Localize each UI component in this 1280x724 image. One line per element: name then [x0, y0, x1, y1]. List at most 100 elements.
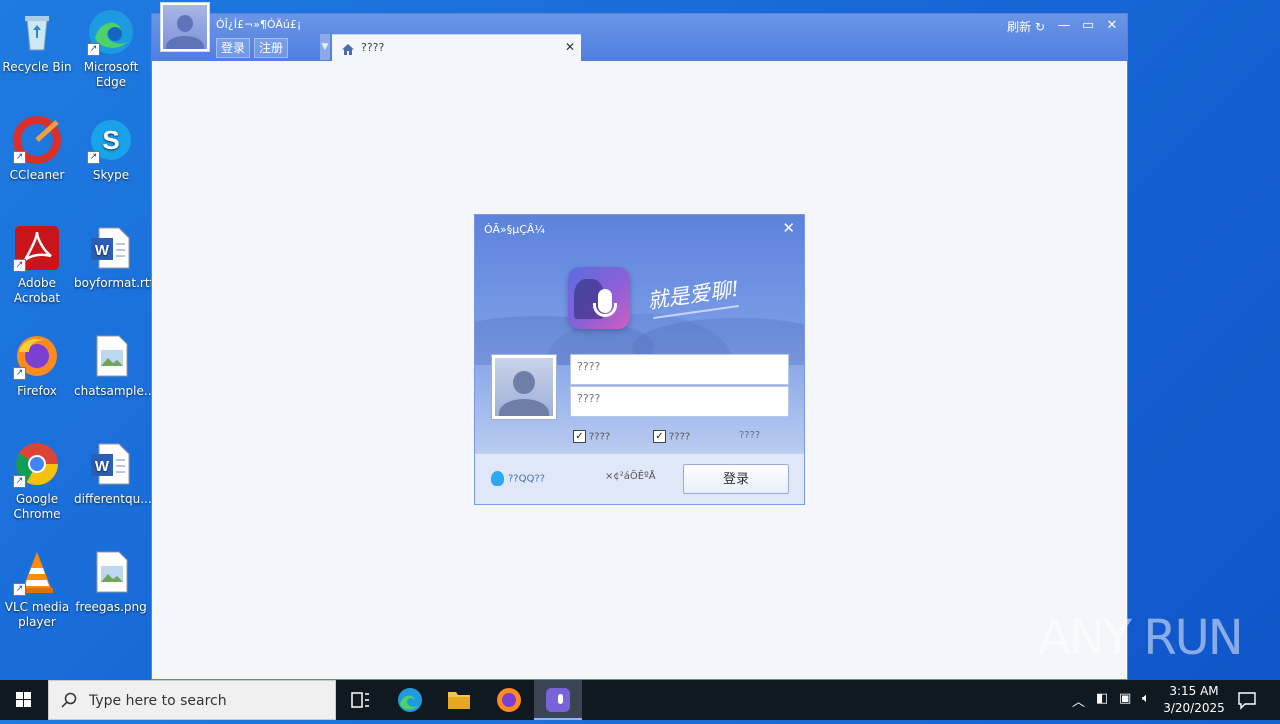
- task-view-button[interactable]: [336, 680, 384, 720]
- home-icon: [341, 41, 355, 55]
- folder-icon: [448, 692, 470, 709]
- username-field[interactable]: [570, 354, 789, 386]
- tab-close-icon[interactable]: ✕: [565, 40, 575, 54]
- qq-login-label: ??QQ??: [508, 473, 545, 485]
- desktop-icon-label: boyformat.rtf: [74, 276, 154, 290]
- notification-center-icon[interactable]: [1236, 689, 1258, 711]
- desktop-icon-label: VLC media player: [4, 600, 70, 629]
- watermark: ANY RUN: [1038, 610, 1244, 666]
- task-view-icon: [351, 692, 369, 708]
- desktop-icon-label: CCleaner: [9, 168, 65, 182]
- checkbox-checked-icon: ✓: [573, 430, 586, 443]
- clock-date: 3/20/2025: [1163, 701, 1225, 715]
- checkbox-checked-icon: ✓: [653, 430, 666, 443]
- default-avatar-icon: [163, 5, 207, 49]
- login-avatar: [491, 354, 557, 420]
- desktop-icon-skype[interactable]: S ↗ Skype: [74, 116, 148, 183]
- remember-label: ????: [589, 431, 611, 443]
- desktop-icon-boyformat[interactable]: W boyformat.rtf: [74, 224, 154, 291]
- desktop-icon-vlc[interactable]: ↗ VLC media player: [0, 548, 74, 630]
- login-dialog: ÓÃ»§µÇÂ¼ ✕ 就是爱聊! ✓???? ✓???? ???? ??QQ??…: [474, 214, 805, 505]
- svg-text:S: S: [102, 125, 119, 155]
- svg-text:W: W: [95, 458, 110, 475]
- taskbar-chat-app[interactable]: [534, 680, 582, 720]
- image-file-icon: [87, 332, 135, 380]
- taskbar-file-explorer[interactable]: [435, 680, 483, 720]
- taskbar-edge[interactable]: [386, 680, 434, 720]
- dialog-footer: ??QQ?? ×¢²áÕÊºÅ 登录: [475, 453, 804, 504]
- qq-penguin-icon: [491, 471, 504, 486]
- vlc-icon: ↗: [13, 548, 61, 596]
- window-title: ÓÎ¿Í£¬»¶Ó­Äú£¡: [216, 18, 302, 31]
- dialog-login-button[interactable]: 登录: [683, 464, 789, 494]
- desktop-icon-recycle-bin[interactable]: Recycle Bin: [0, 8, 74, 75]
- firefox-icon: ↗: [13, 332, 61, 380]
- desktop-icon-firefox[interactable]: ↗ Firefox: [0, 332, 74, 399]
- password-field[interactable]: [570, 386, 789, 418]
- search-icon: [61, 692, 77, 708]
- start-button[interactable]: [0, 680, 48, 720]
- desktop-icon-differentqu[interactable]: W differentqu...: [74, 440, 152, 507]
- tab-home[interactable]: ???? ✕: [332, 34, 581, 61]
- taskbar-search-box[interactable]: Type here to search: [48, 680, 336, 720]
- clock-time: 3:15 AM: [1169, 684, 1219, 698]
- word-document-icon: W: [87, 224, 135, 272]
- desktop-icon-chrome[interactable]: ↗ Google Chrome: [0, 440, 74, 522]
- taskbar: Type here to search ︿ ◧ ▣ 🔈︎ 3:15 AM 3/2…: [0, 680, 1280, 720]
- title-bar[interactable]: ÓÎ¿Í£¬»¶Ó­Äú£¡ 登录 注册 ▼ ???? ✕ 刷新 ↻ — ▭ ✕: [152, 2, 1127, 61]
- maximize-icon[interactable]: ▭: [1079, 17, 1097, 35]
- acrobat-icon: ↗: [13, 224, 61, 272]
- desktop-icon-label: Firefox: [17, 384, 57, 398]
- password-input[interactable]: [571, 389, 788, 418]
- clock[interactable]: 3:15 AM 3/20/2025: [1162, 683, 1226, 717]
- desktop-icon-label: differentqu...: [74, 492, 152, 506]
- crowd-background-image: [475, 275, 804, 365]
- recycle-bin-icon: [13, 8, 61, 56]
- register-account-link[interactable]: ×¢²áÕÊºÅ: [605, 471, 656, 482]
- register-button[interactable]: 注册: [254, 38, 289, 58]
- minimize-icon[interactable]: —: [1055, 17, 1073, 35]
- refresh-button[interactable]: 刷新 ↻: [1007, 18, 1045, 35]
- search-placeholder: Type here to search: [89, 693, 227, 709]
- firefox-icon: [497, 688, 521, 712]
- dialog-close-icon[interactable]: ✕: [782, 219, 795, 237]
- desktop-icon-acrobat[interactable]: ↗ Adobe Acrobat: [0, 224, 74, 306]
- forgot-password-link[interactable]: ????: [739, 430, 760, 441]
- refresh-label: 刷新: [1007, 20, 1032, 34]
- remember-password-checkbox[interactable]: ✓????: [573, 430, 610, 443]
- dialog-title: ÓÃ»§µÇÂ¼: [484, 223, 546, 236]
- desktop-icon-label: Microsoft Edge: [83, 60, 139, 89]
- user-avatar[interactable]: [160, 2, 210, 52]
- ccleaner-icon: ↗: [13, 116, 61, 164]
- volume-icon[interactable]: 🔈︎: [1142, 691, 1150, 706]
- desktop-icon-label: Google Chrome: [13, 492, 61, 521]
- desktop-icon-label: Skype: [92, 168, 130, 182]
- desktop-icon-edge[interactable]: ↗ Microsoft Edge: [74, 8, 148, 90]
- desktop-icon-ccleaner[interactable]: ↗ CCleaner: [0, 116, 74, 183]
- taskbar-firefox[interactable]: [485, 680, 533, 720]
- close-icon[interactable]: ✕: [1103, 17, 1121, 35]
- desktop-icon-label: Recycle Bin: [2, 60, 72, 74]
- refresh-icon: ↻: [1034, 20, 1045, 34]
- app-logo-icon: [568, 267, 630, 329]
- chrome-icon: ↗: [13, 440, 61, 488]
- svg-text:W: W: [95, 242, 110, 259]
- login-button[interactable]: 登录: [216, 38, 251, 58]
- show-hidden-icons-icon[interactable]: ︿: [1072, 691, 1085, 710]
- meet-now-icon[interactable]: ◧: [1096, 691, 1108, 706]
- tab-list-dropdown-icon[interactable]: ▼: [320, 34, 330, 60]
- default-avatar-icon: [495, 358, 553, 416]
- edge-icon: [398, 688, 422, 712]
- desktop-icon-freegas[interactable]: freegas.png: [74, 548, 148, 615]
- qq-login-link[interactable]: ??QQ??: [491, 471, 545, 486]
- windows-logo-icon: [16, 692, 31, 707]
- username-input[interactable]: [571, 357, 788, 386]
- auto-login-checkbox[interactable]: ✓????: [653, 430, 690, 443]
- image-file-icon: [87, 548, 135, 596]
- skype-icon: S ↗: [87, 116, 135, 164]
- network-icon[interactable]: ▣: [1119, 691, 1131, 706]
- desktop-icon-label: chatsample...: [74, 384, 156, 398]
- desktop-icon-chatsample[interactable]: chatsample...: [74, 332, 156, 399]
- chat-app-icon: [546, 688, 570, 712]
- desktop-icon-label: Adobe Acrobat: [13, 276, 61, 305]
